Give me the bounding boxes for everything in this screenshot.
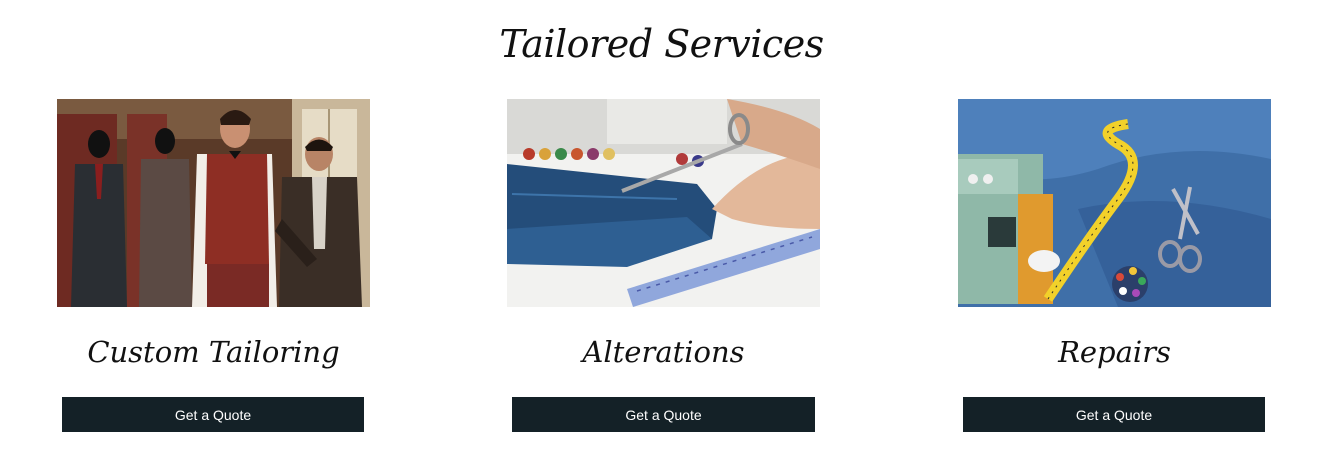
alterations-image xyxy=(507,99,820,307)
services-section: Tailored Services Custom Tailoring Get a… xyxy=(0,0,1323,476)
service-card-repairs: Repairs Get a Quote xyxy=(958,99,1271,432)
service-title: Custom Tailoring xyxy=(87,335,340,369)
custom-tailoring-image xyxy=(57,99,370,307)
service-title: Alterations xyxy=(582,335,745,369)
service-title: Repairs xyxy=(1058,335,1171,369)
section-title: Tailored Services xyxy=(499,22,824,66)
get-quote-button-alterations[interactable]: Get a Quote xyxy=(512,397,815,432)
service-card-custom-tailoring: Custom Tailoring Get a Quote xyxy=(57,99,370,432)
get-quote-button-custom-tailoring[interactable]: Get a Quote xyxy=(62,397,364,432)
get-quote-button-repairs[interactable]: Get a Quote xyxy=(963,397,1265,432)
service-card-alterations: Alterations Get a Quote xyxy=(507,99,820,432)
repairs-image xyxy=(958,99,1271,307)
